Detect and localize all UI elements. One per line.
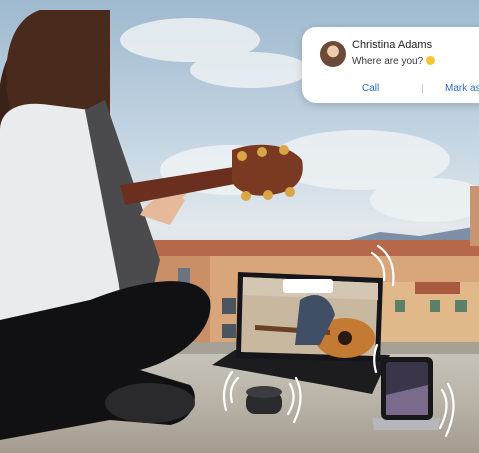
foldable-phone (372, 357, 440, 430)
call-button[interactable]: Call (362, 83, 379, 94)
mark-as-read-button[interactable]: Mark as (445, 83, 479, 94)
tablet-device (212, 272, 390, 394)
action-divider (422, 84, 423, 94)
contact-avatar (320, 41, 346, 67)
message-text-wrap: Where are you? (352, 56, 436, 67)
message-text: Where are you? (352, 56, 424, 67)
message-notification[interactable]: Christina Adams Where are you? Call Mark… (302, 27, 479, 103)
woman-playing-guitar (0, 10, 211, 440)
earbuds-case (246, 386, 282, 414)
smiley-emoji-icon (426, 56, 436, 65)
contact-name: Christina Adams (352, 39, 433, 51)
promo-scene: Christina Adams Where are you? Call Mark… (0, 0, 479, 453)
